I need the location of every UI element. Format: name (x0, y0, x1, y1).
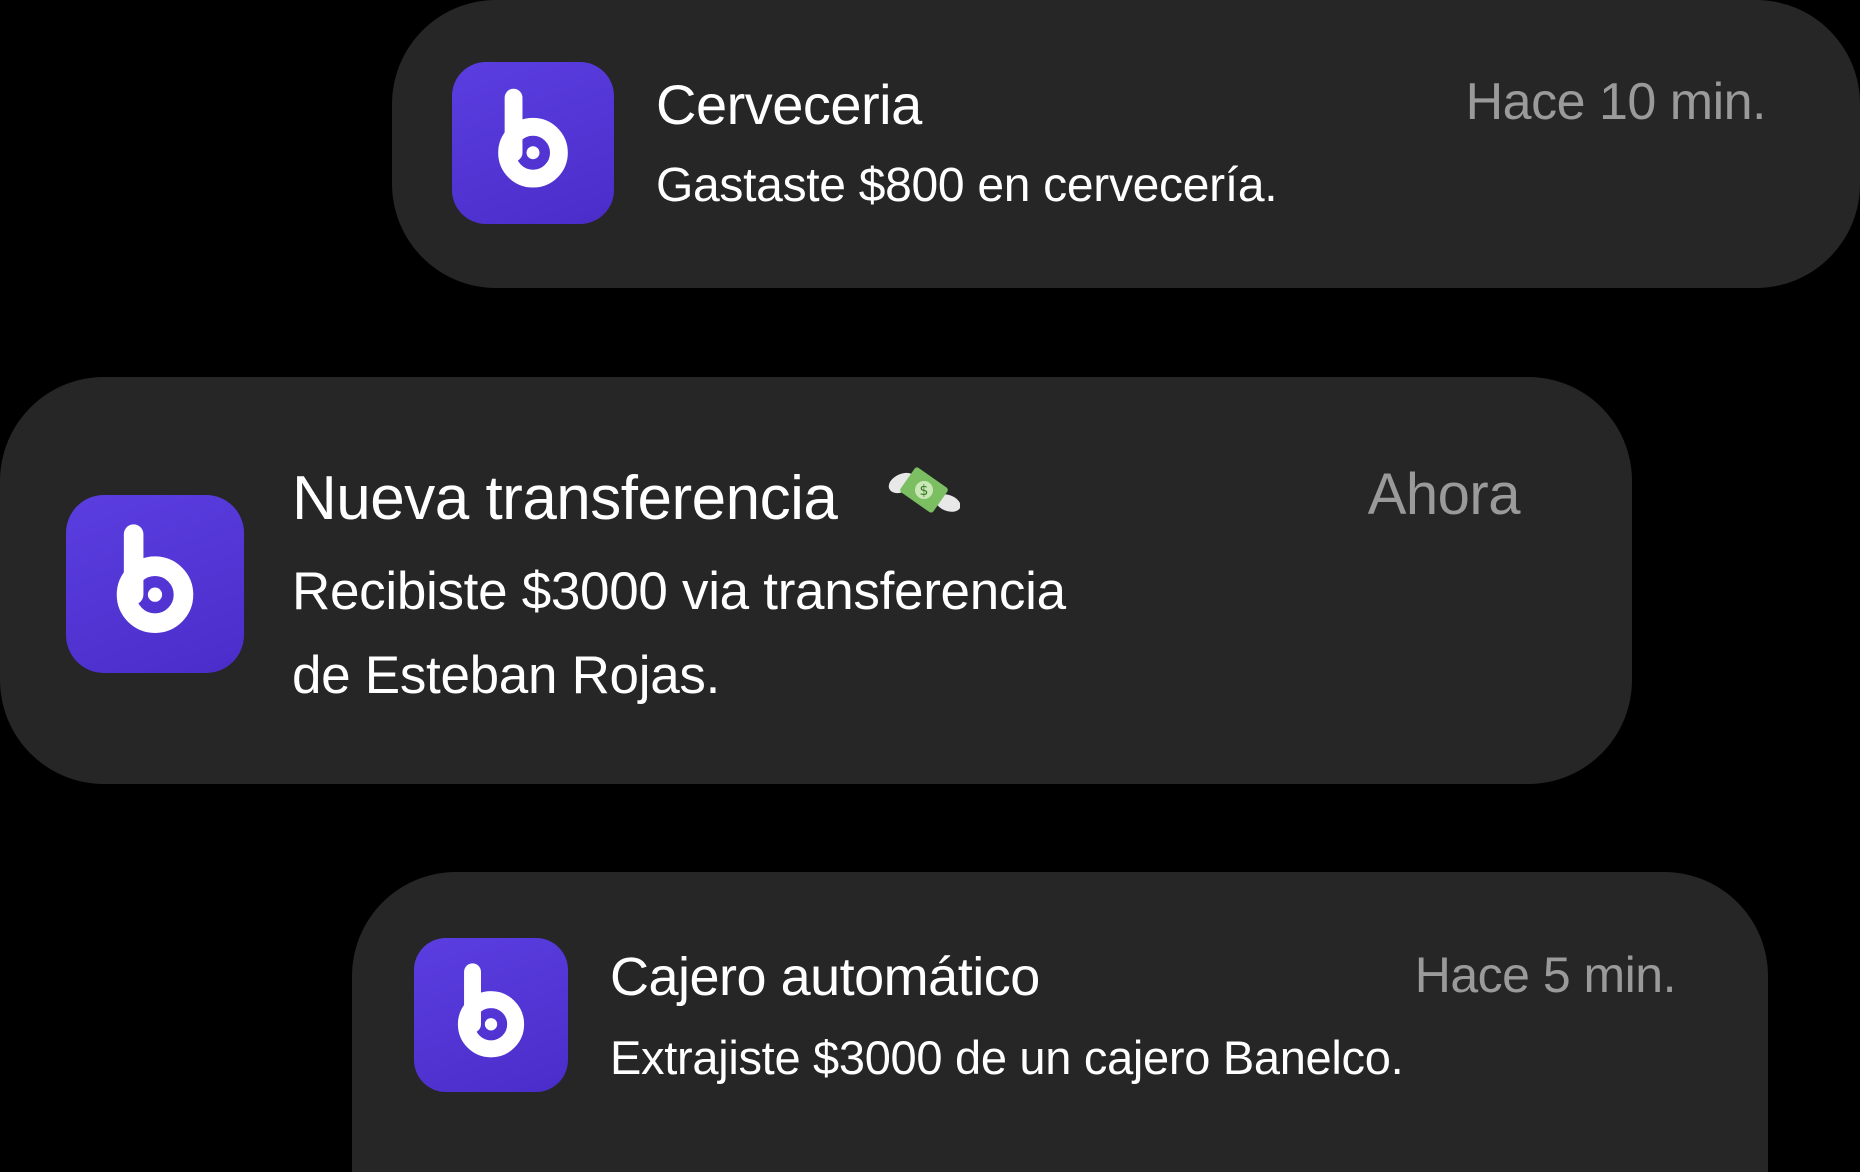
money-with-wings-icon: $ (888, 461, 961, 525)
app-b-logo-icon (414, 938, 568, 1092)
notification-card-transferencia[interactable]: Nueva transferencia $ Recibiste $3000 vi… (0, 377, 1632, 784)
notification-title: Cerveceria (656, 73, 922, 136)
notification-time: Hace 5 min. (1414, 947, 1677, 1003)
notification-title: Nueva transferencia (292, 464, 838, 533)
notification-card-cerveceria[interactable]: Cerveceria Gastaste $800 en cervecería. … (392, 0, 1860, 288)
notification-card-cajero[interactable]: Cajero automático Extrajiste $3000 de un… (352, 872, 1768, 1172)
notification-title: Cajero automático (610, 947, 1040, 1007)
notification-body: Extrajiste $3000 de un cajero Banelco. (610, 1031, 1404, 1084)
app-b-logo-icon (66, 495, 244, 673)
app-b-logo-icon (452, 62, 614, 224)
notification-body-line-2: de Esteban Rojas. (292, 646, 721, 705)
notification-body-line-1: Recibiste $3000 via transferencia (292, 562, 1066, 621)
notification-time: Ahora (1367, 462, 1521, 527)
svg-text:$: $ (920, 483, 929, 499)
notification-body: Gastaste $800 en cervecería. (656, 159, 1278, 212)
notification-time: Hace 10 min. (1465, 73, 1767, 131)
